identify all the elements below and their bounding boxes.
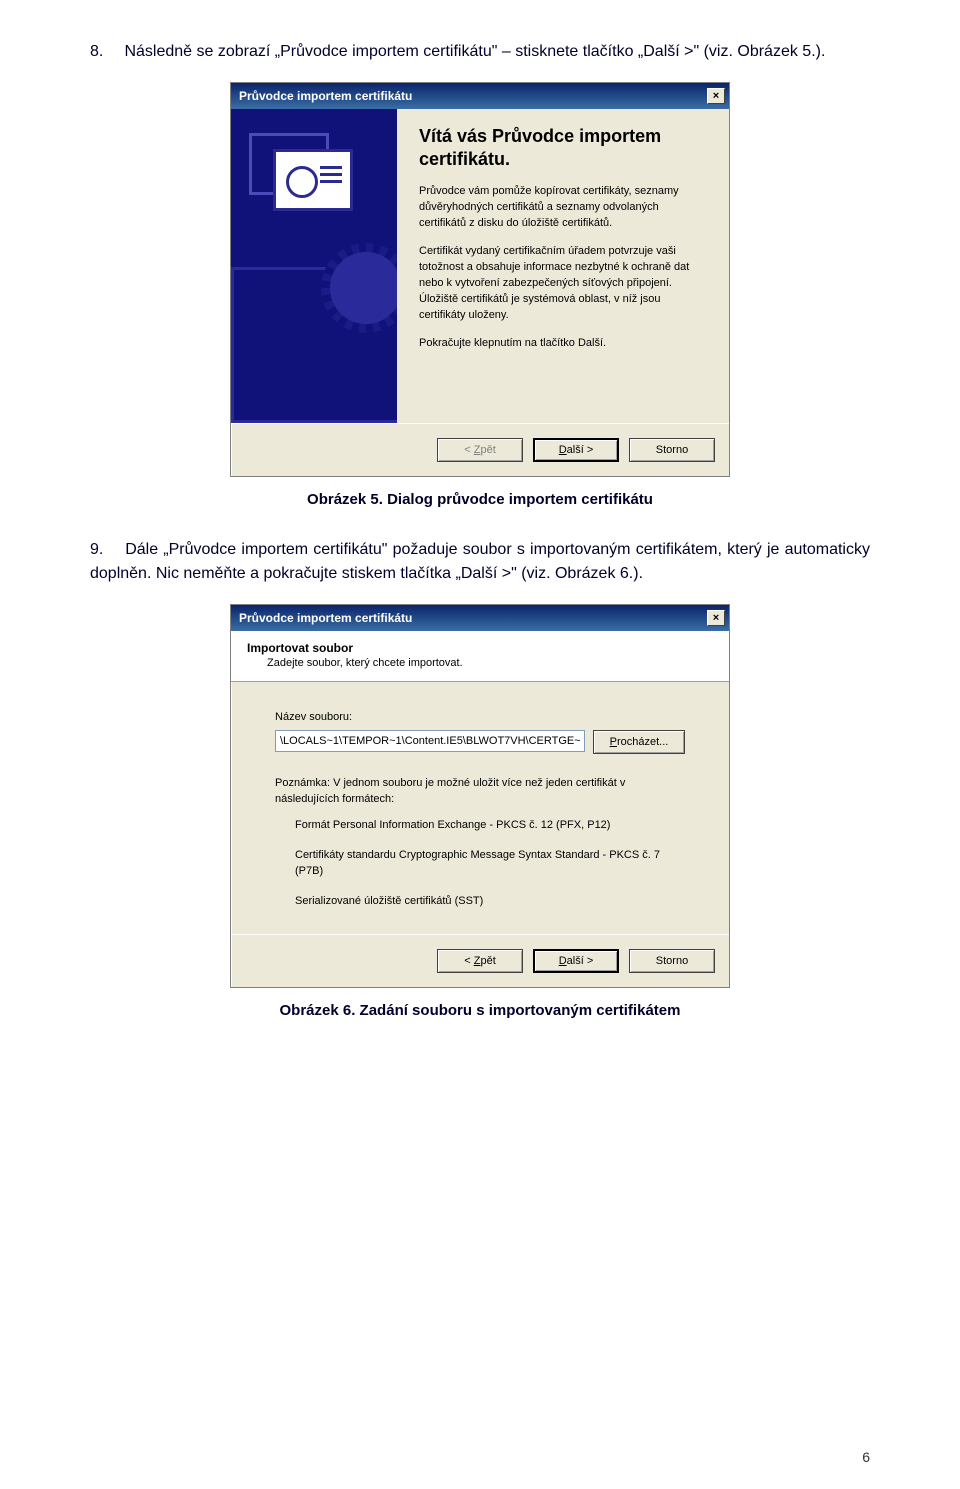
- step-number: 9.: [90, 538, 120, 562]
- window-title: Průvodce importem certifikátu: [239, 89, 707, 103]
- back-button[interactable]: < Zpět: [437, 438, 523, 462]
- figure-caption-6: Obrázek 6. Zadání souboru s importovaným…: [90, 1002, 870, 1019]
- step-number: 8.: [90, 40, 120, 64]
- format-item: Certifikáty standardu Cryptographic Mess…: [295, 848, 685, 880]
- close-icon: ×: [713, 613, 719, 624]
- titlebar[interactable]: Průvodce importem certifikátu ×: [231, 83, 729, 109]
- cancel-button[interactable]: Storno: [629, 438, 715, 462]
- certificate-icon: [273, 149, 353, 211]
- wizard-dialog-welcome: Průvodce importem certifikátu ×: [230, 82, 730, 477]
- instruction-step-9: 9. Dále „Průvodce importem certifikátu" …: [90, 538, 870, 586]
- cancel-button[interactable]: Storno: [629, 949, 715, 973]
- titlebar[interactable]: Průvodce importem certifikátu ×: [231, 605, 729, 631]
- format-item: Formát Personal Information Exchange - P…: [295, 818, 685, 834]
- wizard-paragraph: Pokračujte klepnutím na tlačítko Další.: [419, 336, 707, 352]
- figure-caption-5: Obrázek 5. Dialog průvodce importem cert…: [90, 491, 870, 508]
- step-text: Následně se zobrazí „Průvodce importem c…: [124, 43, 825, 60]
- format-item: Serializované úložiště certifikátů (SST): [295, 894, 685, 910]
- wizard-banner: [231, 109, 397, 423]
- close-icon: ×: [713, 91, 719, 102]
- wizard-paragraph: Certifikát vydaný certifikačním úřadem p…: [419, 244, 707, 324]
- close-button[interactable]: ×: [707, 610, 725, 626]
- wizard-step-subtitle: Zadejte soubor, který chcete importovat.: [267, 657, 713, 669]
- wizard-dialog-import-file: Průvodce importem certifikátu × Importov…: [230, 604, 730, 988]
- wizard-paragraph: Průvodce vám pomůže kopírovat certifikát…: [419, 184, 707, 232]
- back-button[interactable]: < Zpět: [437, 949, 523, 973]
- instruction-step-8: 8. Následně se zobrazí „Průvodce importe…: [90, 40, 870, 64]
- window-title: Průvodce importem certifikátu: [239, 611, 707, 625]
- formats-note: Poznámka: V jednom souboru je možné ulož…: [275, 776, 685, 808]
- wizard-step-title: Importovat soubor: [247, 641, 713, 655]
- step-text: Dále „Průvodce importem certifikátu" pož…: [90, 541, 870, 582]
- next-button[interactable]: Další >: [533, 438, 619, 462]
- filename-label: Název souboru:: [275, 710, 685, 726]
- next-button[interactable]: Další >: [533, 949, 619, 973]
- browse-button[interactable]: Procházet...: [593, 730, 685, 754]
- close-button[interactable]: ×: [707, 88, 725, 104]
- page-number: 6: [862, 1449, 870, 1465]
- wizard-heading: Vítá vás Průvodce importem certifikátu.: [419, 125, 707, 170]
- seal-icon: [321, 243, 397, 333]
- filename-input[interactable]: [275, 730, 585, 752]
